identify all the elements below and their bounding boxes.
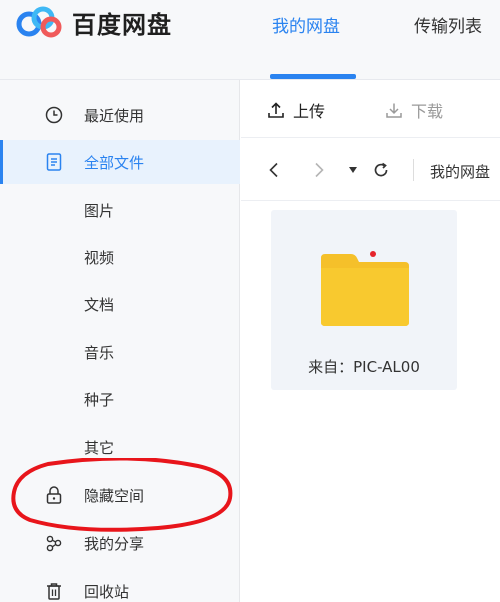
refresh-button[interactable]: [370, 159, 392, 181]
sidebar: 最近使用 全部文件 图片 视频 文档 音乐 种子 其它 隐藏空间 我的分享 回收…: [0, 80, 240, 602]
sidebar-item-label: 全部文件: [84, 153, 145, 172]
sidebar-item-recycle-bin[interactable]: 回收站: [0, 569, 240, 602]
sidebar-item-my-shares[interactable]: 我的分享: [0, 521, 240, 565]
download-label: 下载: [411, 102, 444, 121]
navigation-bar: 我的网盘: [241, 139, 500, 201]
nav-divider: [413, 159, 414, 181]
breadcrumb[interactable]: 我的网盘: [430, 161, 490, 182]
sidebar-item-docs[interactable]: 文档: [0, 282, 240, 326]
clock-icon: [44, 105, 64, 125]
upload-icon: [267, 100, 287, 120]
history-dropdown-button[interactable]: [342, 159, 364, 181]
sidebar-item-label: 隐藏空间: [84, 486, 145, 505]
cloud-logo-icon: [16, 6, 64, 38]
file-list: 来自：PIC-AL00: [241, 202, 500, 602]
chevron-right-icon: [315, 162, 324, 178]
sidebar-item-music[interactable]: 音乐: [0, 330, 240, 374]
sidebar-item-label: 我的分享: [84, 534, 145, 553]
sidebar-item-videos[interactable]: 视频: [0, 235, 240, 279]
trash-icon: [44, 581, 64, 601]
caret-down-icon: [349, 167, 357, 173]
sidebar-item-hidden-space[interactable]: 隐藏空间: [0, 473, 240, 517]
back-button[interactable]: [263, 159, 285, 181]
lock-icon: [44, 485, 64, 505]
upload-button[interactable]: 上传: [267, 98, 325, 122]
folder-name: 来自：PIC-AL00: [308, 358, 420, 376]
chevron-left-icon: [269, 162, 278, 178]
folder-item[interactable]: 来自：PIC-AL00: [271, 210, 457, 390]
document-icon: [44, 152, 64, 172]
sidebar-item-label: 种子: [84, 390, 115, 409]
sidebar-item-all-files[interactable]: 全部文件: [0, 140, 240, 184]
upload-label: 上传: [293, 102, 326, 121]
sidebar-item-label: 文档: [84, 295, 115, 314]
sidebar-item-torrents[interactable]: 种子: [0, 377, 240, 421]
sidebar-item-recent[interactable]: 最近使用: [0, 93, 240, 137]
forward-button[interactable]: [308, 159, 330, 181]
sidebar-item-images[interactable]: 图片: [0, 188, 240, 232]
download-icon: [385, 100, 405, 120]
sidebar-item-label: 视频: [84, 248, 115, 267]
download-button[interactable]: 下载: [385, 98, 443, 122]
sidebar-item-label: 其它: [84, 438, 115, 457]
folder-icon: [319, 248, 411, 332]
tab-my-drive[interactable]: 我的网盘: [272, 12, 340, 37]
sidebar-item-label: 回收站: [84, 582, 130, 601]
app-name: 百度网盘: [72, 10, 172, 39]
top-bar: 百度网盘 我的网盘 传输列表: [0, 0, 500, 80]
sidebar-item-label: 最近使用: [84, 106, 145, 125]
active-tab-indicator: [270, 74, 356, 79]
share-icon: [44, 533, 64, 553]
sidebar-item-label: 音乐: [84, 343, 115, 362]
toolbar: 上传 下载: [241, 80, 500, 138]
sidebar-item-others[interactable]: 其它: [0, 425, 240, 469]
refresh-icon: [374, 162, 388, 177]
sidebar-item-label: 图片: [84, 201, 115, 220]
tab-transfer-list[interactable]: 传输列表: [414, 12, 482, 37]
app-logo[interactable]: 百度网盘: [16, 6, 172, 39]
